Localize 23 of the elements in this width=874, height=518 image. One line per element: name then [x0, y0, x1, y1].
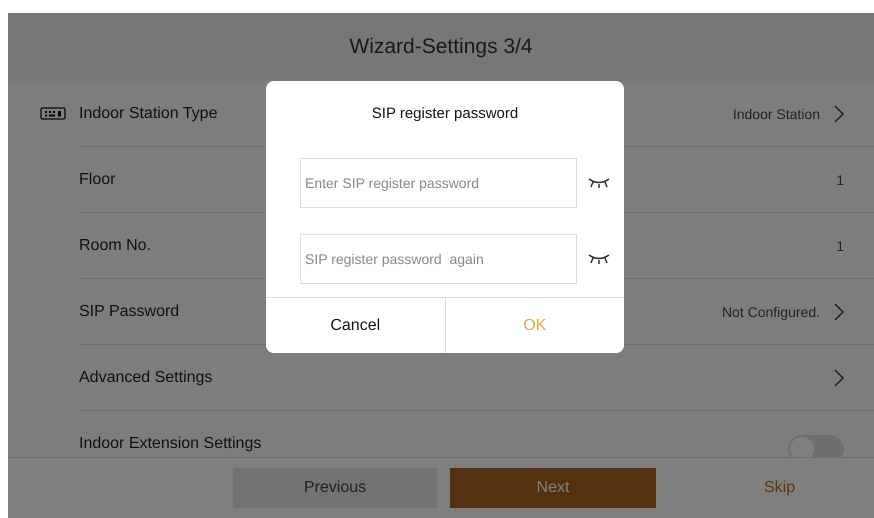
closed-eye-icon[interactable] — [588, 253, 610, 266]
dialog-title: SIP register password — [370, 104, 520, 124]
row-label: Advanced Settings — [79, 368, 212, 386]
chevron-right-icon — [834, 368, 844, 386]
previous-button[interactable]: Previous — [233, 468, 437, 508]
password-field[interactable]: SIP register password again — [300, 234, 577, 284]
password-field[interactable]: Enter SIP register password — [300, 158, 577, 208]
row-value: Indoor Station — [732, 106, 820, 122]
row-label: Indoor Station Type — [79, 104, 218, 122]
skip-button[interactable]: Skip — [754, 468, 806, 508]
row-label: Floor — [79, 170, 116, 188]
screen-title: Wizard-Settings 3/4 — [349, 35, 533, 59]
next-button[interactable]: Next — [450, 468, 656, 508]
row-value: 1 — [836, 172, 844, 188]
chevron-right-icon — [834, 104, 844, 122]
row-label: Indoor Extension Settings — [79, 434, 262, 452]
closed-eye-icon[interactable] — [588, 176, 610, 189]
cancel-button[interactable]: Cancel — [266, 298, 446, 353]
row-label: SIP Password — [79, 302, 180, 320]
row-value: Not Configured. — [722, 304, 820, 320]
row-value: 1 — [836, 238, 844, 254]
chevron-right-icon — [834, 302, 844, 320]
row-label: Room No. — [79, 236, 152, 254]
